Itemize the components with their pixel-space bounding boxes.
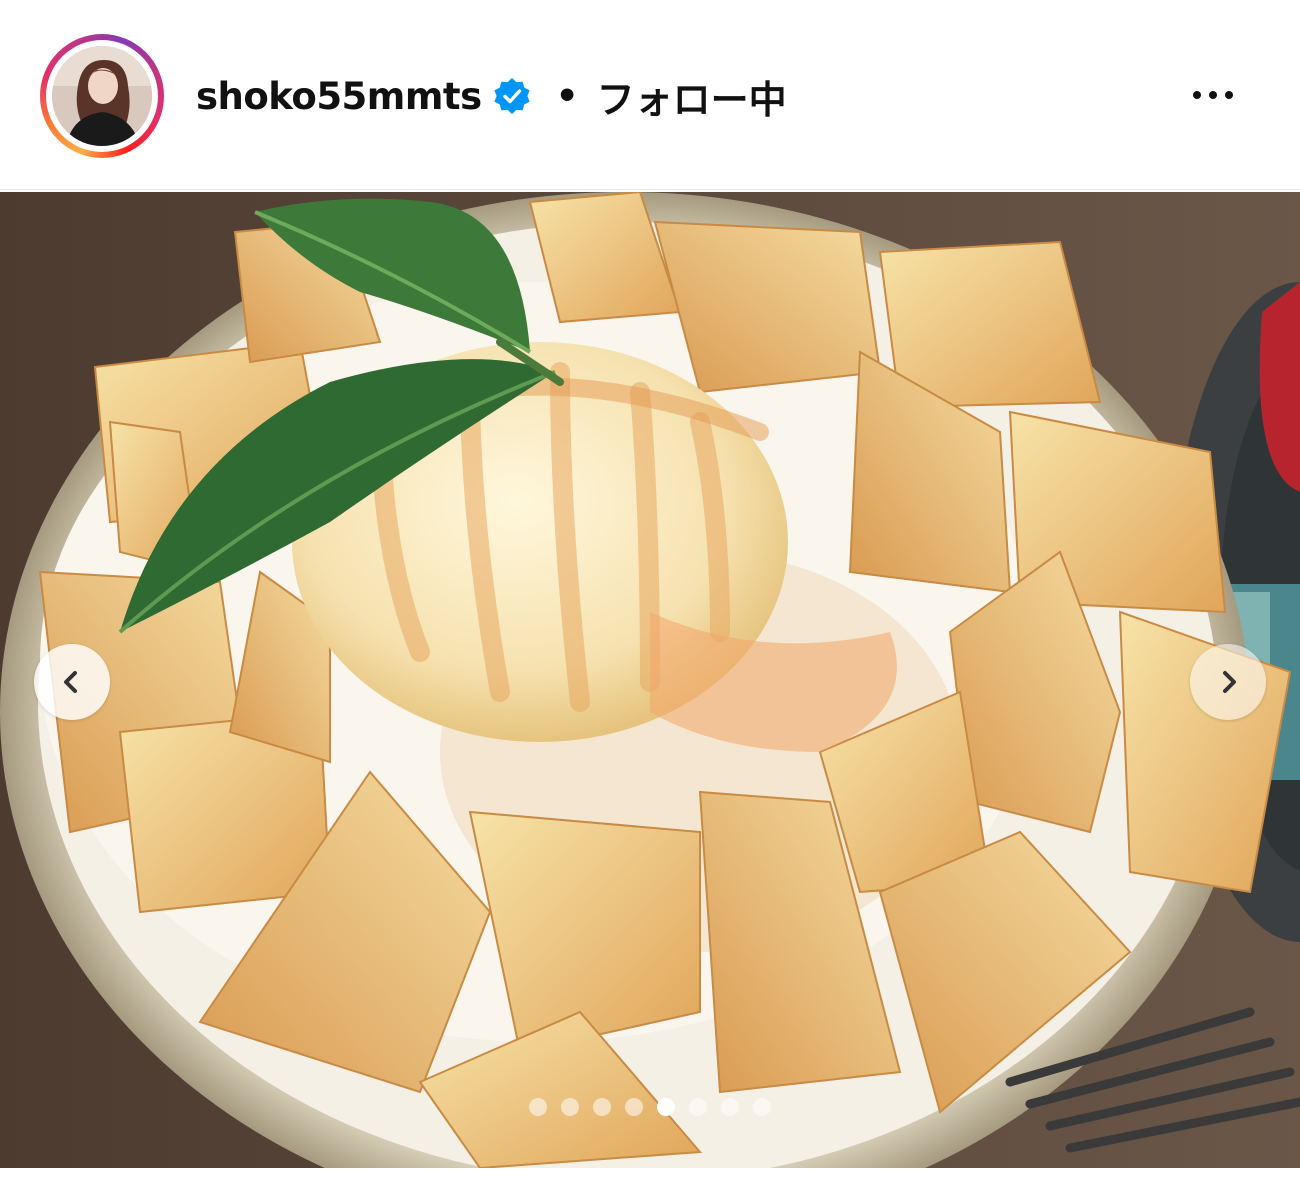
next-slide-button[interactable] <box>1190 644 1266 720</box>
following-button[interactable]: フォロー中 <box>597 69 787 124</box>
username-link[interactable]: shoko55mmts <box>196 75 482 118</box>
avatar[interactable] <box>52 46 152 146</box>
carousel-dot <box>721 1098 739 1116</box>
previous-slide-button[interactable] <box>34 644 110 720</box>
carousel-dot <box>593 1098 611 1116</box>
header-line: shoko55mmts • フォロー中 <box>196 68 787 124</box>
carousel-dot <box>689 1098 707 1116</box>
carousel-dot <box>529 1098 547 1116</box>
carousel-indicator <box>0 1098 1300 1122</box>
post-header: shoko55mmts • フォロー中 <box>0 0 1300 190</box>
post-media[interactable] <box>0 192 1300 1168</box>
post-photo <box>0 192 1300 1168</box>
carousel-dot <box>753 1098 771 1116</box>
chevron-right-icon <box>1223 671 1236 693</box>
carousel-dot <box>625 1098 643 1116</box>
chevron-left-icon <box>64 671 77 693</box>
separator-dot: • <box>555 75 579 117</box>
post-footer <box>0 1168 1300 1197</box>
carousel-dot <box>657 1098 675 1116</box>
carousel-dot <box>561 1098 579 1116</box>
story-ring[interactable] <box>40 34 164 158</box>
verified-badge-icon <box>494 78 530 114</box>
more-options-icon[interactable] <box>1178 78 1248 112</box>
